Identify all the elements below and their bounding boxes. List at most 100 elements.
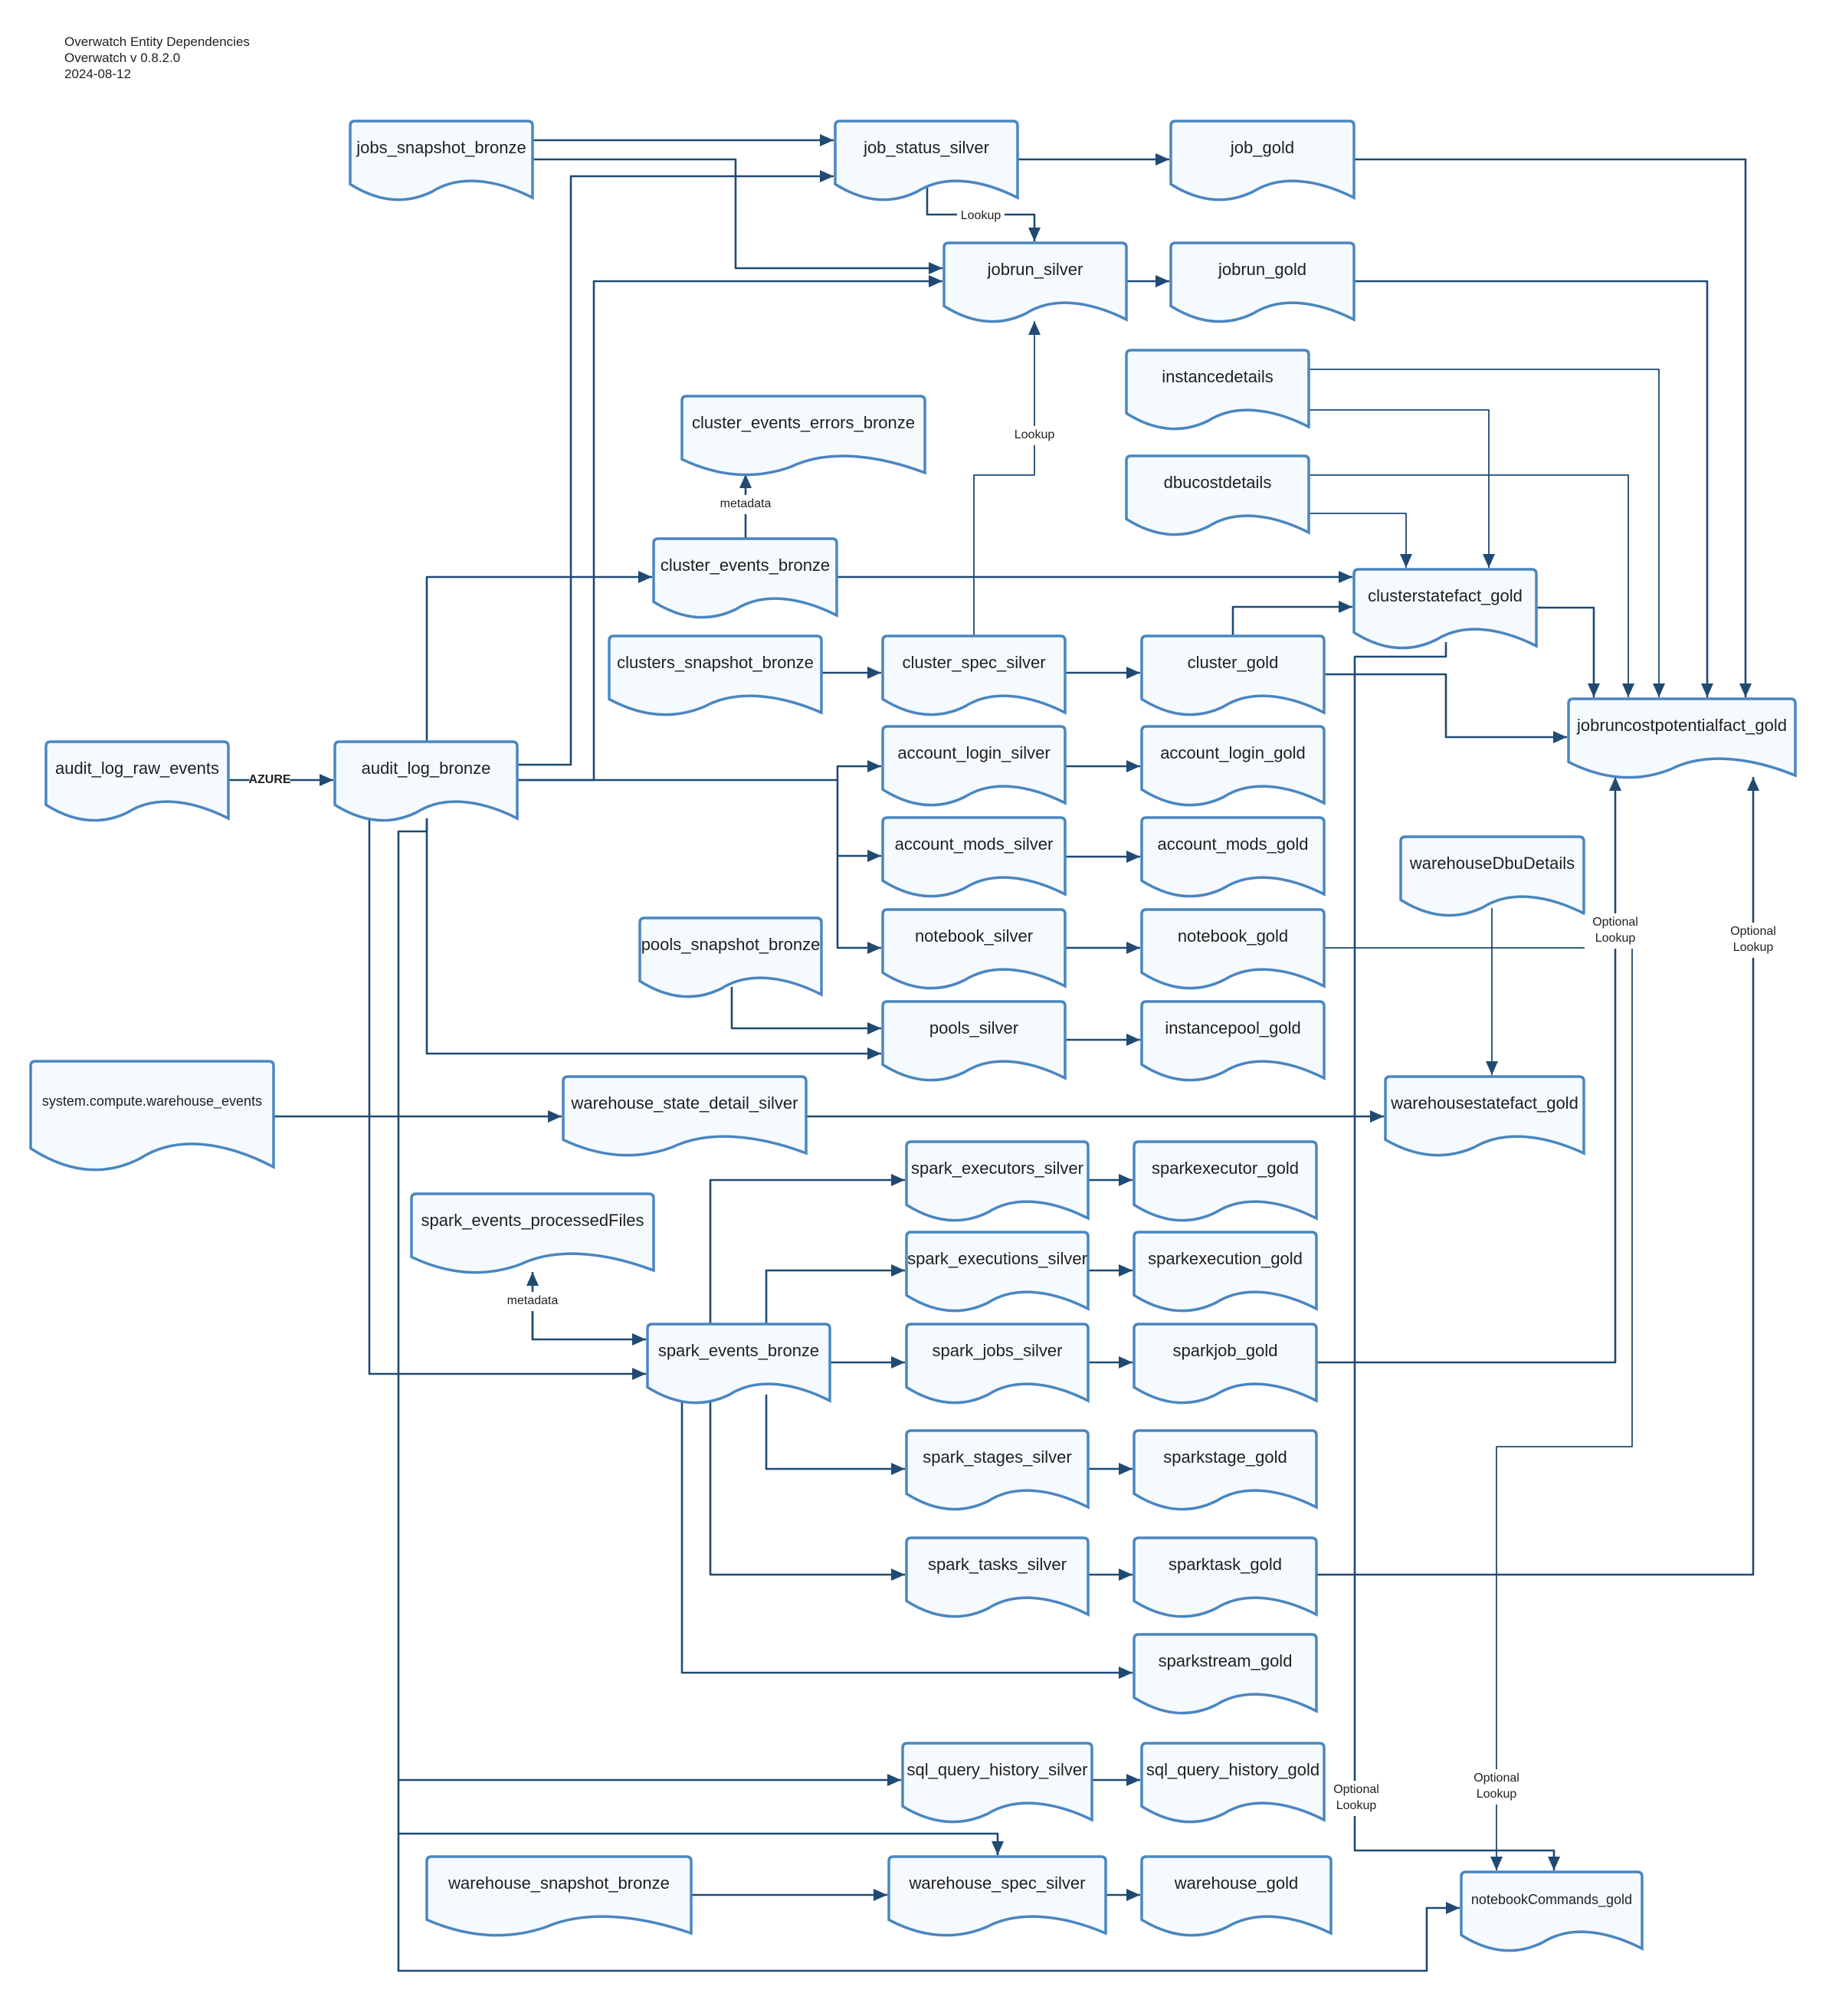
node-sparktask-gold[interactable]: sparktask_gold (1133, 1536, 1318, 1618)
node-account-login-silver[interactable]: account_login_silver (881, 725, 1067, 807)
node-cluster-events-errors-bronze[interactable]: cluster_events_errors_bronze (680, 395, 926, 477)
document-shape (881, 1000, 1067, 1082)
node-label: dbucostdetails (1164, 473, 1272, 492)
node-sparkstage-gold[interactable]: sparkstage_gold (1133, 1429, 1318, 1511)
node-jobs-snapshot-bronze[interactable]: jobs_snapshot_bronze (349, 120, 534, 202)
arrowhead-icon (1339, 601, 1352, 613)
node-label: notebook_gold (1178, 926, 1288, 946)
edge-label-text: Lookup (1733, 941, 1774, 954)
document-shape (44, 740, 230, 822)
node-warehouse-snapshot-bronze[interactable]: warehouse_snapshot_bronze (425, 1855, 693, 1937)
node-warehouse-gold[interactable]: warehouse_gold (1140, 1855, 1333, 1937)
edge-warehouse-snapshot-to-spec (691, 1889, 887, 1901)
node-cluster-events-bronze[interactable]: cluster_events_bronze (652, 537, 838, 619)
edge-line (836, 856, 881, 949)
node-account-mods-gold[interactable]: account_mods_gold (1140, 816, 1326, 898)
node-audit-log-raw-events[interactable]: audit_log_raw_events (44, 740, 230, 822)
node-clusters-snapshot-bronze[interactable]: clusters_snapshot_bronze (608, 634, 823, 716)
edge-cluster-events-to-clusterstatefact (837, 571, 1352, 583)
edge-label-lookup-cluster-spec: Lookup (1011, 426, 1058, 445)
document-shape (29, 1060, 275, 1172)
arrowhead-icon (739, 474, 752, 488)
arrowhead-icon (1028, 321, 1041, 335)
arrowhead-icon (887, 1774, 901, 1786)
edge-label-text: AZURE (248, 773, 290, 786)
node-account-mods-silver[interactable]: account_mods_silver (881, 816, 1067, 898)
arrowhead-icon (867, 850, 881, 862)
edge-executions-to-gold (1088, 1264, 1133, 1277)
node-spark-stages-silver[interactable]: spark_stages_silver (905, 1429, 1090, 1511)
node-spark-events-bronze[interactable]: spark_events_bronze (646, 1323, 831, 1405)
document-shape (638, 916, 823, 998)
document-shape (562, 1075, 808, 1157)
edge-pools-snapshot-to-pools (730, 987, 881, 1034)
node-pools-silver[interactable]: pools_silver (881, 1000, 1067, 1082)
node-sparkexecutor-gold[interactable]: sparkexecutor_gold (1133, 1140, 1318, 1222)
node-notebook-commands-gold[interactable]: notebookCommands_gold (1460, 1870, 1644, 1952)
node-instancedetails[interactable]: instancedetails (1125, 349, 1310, 431)
edge-stages-to-gold (1088, 1463, 1133, 1475)
node-sparkexecution-gold[interactable]: sparkexecution_gold (1133, 1231, 1318, 1313)
node-warehouse-state-detail-silver[interactable]: warehouse_state_detail_silver (562, 1075, 808, 1157)
node-warehousestatefact-gold[interactable]: warehousestatefact_gold (1384, 1075, 1585, 1157)
arrowhead-icon (929, 275, 942, 287)
document-shape (905, 1231, 1090, 1313)
document-shape (881, 725, 1067, 807)
node-label: account_login_silver (897, 743, 1050, 762)
document-shape (1140, 816, 1326, 898)
node-notebook-gold[interactable]: notebook_gold (1140, 908, 1326, 990)
node-label: spark_events_bronze (658, 1341, 819, 1360)
node-job-status-silver[interactable]: job_status_silver (834, 120, 1019, 202)
edge-line (765, 1395, 905, 1470)
node-account-login-gold[interactable]: account_login_gold (1140, 725, 1326, 807)
edge-tasks-to-gold (1088, 1569, 1133, 1581)
arrowhead-icon (320, 774, 333, 786)
node-instancepool-gold[interactable]: instancepool_gold (1140, 1000, 1326, 1082)
edge-label-optional-lookup-sparktask: Optional Lookup (1723, 923, 1784, 958)
node-warehouse-spec-silver[interactable]: warehouse_spec_silver (887, 1855, 1107, 1937)
edge-executors-to-gold (1088, 1174, 1133, 1186)
node-spark-executors-silver[interactable]: spark_executors_silver (905, 1140, 1090, 1222)
document-shape (1399, 835, 1585, 917)
node-sparkjob-gold[interactable]: sparkjob_gold (1133, 1323, 1318, 1405)
node-warehouse-dbu-details[interactable]: warehouseDbuDetails (1399, 835, 1585, 917)
node-sql-query-history-silver[interactable]: sql_query_history_silver (901, 1742, 1093, 1824)
document-shape (1133, 1140, 1318, 1222)
node-cluster-spec-silver[interactable]: cluster_spec_silver (881, 634, 1067, 716)
node-label: spark_stages_silver (923, 1447, 1071, 1467)
node-spark-events-processed-files[interactable]: spark_events_processedFiles (410, 1192, 655, 1274)
node-audit-log-bronze[interactable]: audit_log_bronze (333, 740, 519, 822)
node-label: warehousestatefact_gold (1390, 1093, 1578, 1113)
document-shape (1133, 1429, 1318, 1511)
node-label: sql_query_history_gold (1146, 1760, 1319, 1779)
node-job-gold[interactable]: job_gold (1169, 120, 1355, 202)
arrowhead-icon (874, 1889, 887, 1901)
document-shape (680, 395, 926, 477)
node-system-compute-warehouse-events[interactable]: system.compute.warehouse_events (29, 1060, 275, 1172)
node-jobrun-silver[interactable]: jobrun_silver (942, 241, 1128, 323)
node-cluster-gold[interactable]: cluster_gold (1140, 634, 1326, 716)
node-sql-query-history-gold[interactable]: sql_query_history_gold (1140, 1742, 1326, 1824)
node-spark-executions-silver[interactable]: spark_executions_silver (905, 1231, 1090, 1313)
node-sparkstream-gold[interactable]: sparkstream_gold (1133, 1633, 1318, 1715)
edge-instancedetails-to-clusterstatefact (1309, 409, 1495, 568)
edge-label-text: Lookup (1336, 1799, 1377, 1812)
node-clusterstatefact-gold[interactable]: clusterstatefact_gold (1352, 568, 1538, 650)
node-spark-tasks-silver[interactable]: spark_tasks_silver (905, 1536, 1090, 1618)
arrowhead-icon (1156, 275, 1169, 287)
arrowhead-icon (1486, 1061, 1498, 1075)
edge-sql-history-to-gold (1092, 1774, 1140, 1786)
arrowhead-icon (992, 1841, 1004, 1855)
arrowhead-icon (1126, 1034, 1140, 1046)
node-jobrun-gold[interactable]: jobrun_gold (1169, 241, 1355, 323)
node-jobruncostpotentialfact-gold[interactable]: jobruncostpotentialfact_gold (1567, 697, 1797, 779)
node-label: sparkstage_gold (1163, 1447, 1287, 1467)
node-spark-jobs-silver[interactable]: spark_jobs_silver (905, 1323, 1090, 1405)
node-pools-snapshot-bronze[interactable]: pools_snapshot_bronze (638, 916, 823, 998)
node-notebook-silver[interactable]: notebook_silver (881, 908, 1067, 990)
node-label: warehouseDbuDetails (1409, 854, 1575, 873)
arrowhead-icon (638, 571, 652, 583)
node-dbucostdetails[interactable]: dbucostdetails (1125, 454, 1310, 536)
edge-line (973, 321, 1035, 636)
node-label: cluster_spec_silver (902, 653, 1045, 672)
